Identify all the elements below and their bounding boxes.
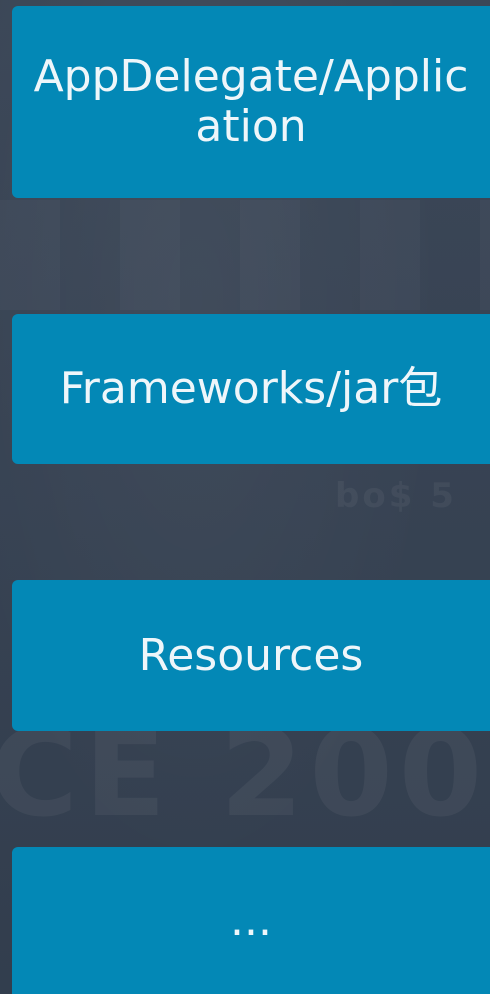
box-frameworks-label: Frameworks/jar包 <box>59 363 443 414</box>
box-ellipsis-label: ... <box>230 894 272 946</box>
box-resources: Resources <box>12 580 490 731</box>
box-app-delegate: AppDelegate/Application <box>12 6 490 198</box>
box-ellipsis: ... <box>12 847 490 994</box>
box-resources-label: Resources <box>138 629 364 681</box>
box-app-delegate-label: AppDelegate/Application <box>33 51 469 152</box>
box-frameworks: Frameworks/jar包 <box>12 314 490 464</box>
background-pattern <box>0 200 490 310</box>
